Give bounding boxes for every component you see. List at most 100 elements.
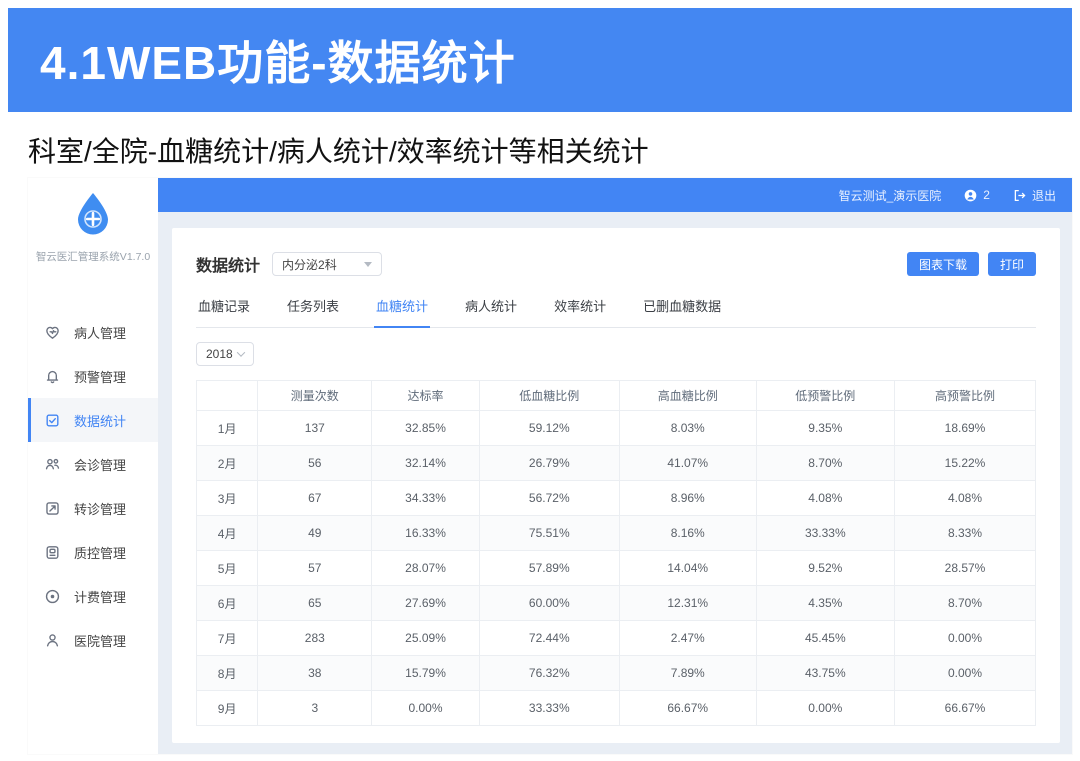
value-cell: 66.67%: [894, 690, 1036, 726]
value-cell: 8.96%: [618, 480, 757, 516]
table-row: 3月 67 34.33% 56.72% 8.96% 4.08% 4.08%: [195, 480, 1036, 516]
table-row: 8月 38 15.79% 76.32% 7.89% 43.75% 0.00%: [195, 655, 1036, 691]
value-cell: 3: [257, 690, 373, 726]
department-select-value: 内分泌2科: [282, 257, 337, 272]
table-row: 7月 283 25.09% 72.44% 2.47% 45.45% 0.00%: [195, 620, 1036, 656]
value-cell: 8.70%: [894, 585, 1036, 621]
table-header: 测量次数 达标率 低血糖比例 高血糖比例 低预警比例 高预警比例: [195, 380, 1036, 411]
value-cell: 32.85%: [371, 410, 480, 446]
user-count: 2: [983, 188, 990, 202]
value-cell: 137: [257, 410, 373, 446]
value-cell: 60.00%: [478, 585, 620, 621]
caret-down-icon: [364, 261, 373, 267]
value-cell: 4.35%: [755, 585, 896, 621]
sidebar-item-billing-management[interactable]: 计费管理: [28, 574, 158, 618]
tab-deleted-glucose-data[interactable]: 已删血糖数据: [641, 296, 723, 328]
qc-badge-icon: [44, 544, 61, 561]
sidebar-item-label: 预警管理: [74, 369, 127, 385]
column-header: 高血糖比例: [618, 380, 757, 411]
column-header: [195, 380, 259, 411]
value-cell: 65: [257, 585, 373, 621]
sidebar-item-alert-management[interactable]: 预警管理: [28, 354, 158, 398]
main-area: 智云测试_演示医院 2 退出 数据统计 内分泌2科 图表下载 打印 血糖记录 任…: [158, 178, 1072, 754]
sidebar-item-patient-management[interactable]: 病人管理: [28, 310, 158, 354]
tab-glucose-statistics[interactable]: 血糖统计: [374, 296, 431, 328]
value-cell: 34.33%: [371, 480, 480, 516]
value-cell: 7.89%: [618, 655, 757, 691]
tab-efficiency-statistics[interactable]: 效率统计: [552, 296, 608, 328]
sidebar-item-quality-management[interactable]: 质控管理: [28, 530, 158, 574]
clipboard-check-icon: [44, 412, 61, 429]
value-cell: 8.03%: [618, 410, 757, 446]
value-cell: 67: [257, 480, 373, 516]
value-cell: 56.72%: [478, 480, 620, 516]
month-cell: 9月: [195, 690, 259, 726]
sidebar-item-referral-management[interactable]: 转诊管理: [28, 486, 158, 530]
value-cell: 32.14%: [371, 445, 480, 481]
month-cell: 1月: [195, 410, 259, 446]
year-select[interactable]: 2018: [196, 342, 254, 366]
tab-task-list[interactable]: 任务列表: [285, 296, 341, 328]
target-icon: [44, 588, 61, 605]
column-header: 测量次数: [257, 380, 373, 411]
value-cell: 0.00%: [894, 620, 1036, 656]
month-cell: 5月: [195, 550, 259, 586]
sidebar-item-label: 病人管理: [74, 325, 127, 341]
value-cell: 33.33%: [755, 515, 896, 551]
topbar: 智云测试_演示医院 2 退出: [158, 178, 1072, 212]
table-row: 9月 3 0.00% 33.33% 66.67% 0.00% 66.67%: [195, 690, 1036, 726]
value-cell: 28.07%: [371, 550, 480, 586]
tab-glucose-records[interactable]: 血糖记录: [196, 296, 252, 328]
sidebar-item-consult-management[interactable]: 会诊管理: [28, 442, 158, 486]
table-row: 4月 49 16.33% 75.51% 8.16% 33.33% 8.33%: [195, 515, 1036, 551]
sidebar: 智云医汇管理系统V1.7.0 病人管理 预警管理 数据统计 会诊管理 转诊管理 质控管理计…: [28, 178, 158, 754]
table-row: 5月 57 28.07% 57.89% 14.04% 9.52% 28.57%: [195, 550, 1036, 586]
arrow-box-icon: [44, 500, 61, 517]
value-cell: 15.22%: [894, 445, 1036, 481]
column-header: 高预警比例: [894, 380, 1036, 411]
value-cell: 59.12%: [478, 410, 620, 446]
month-cell: 6月: [195, 585, 259, 621]
sidebar-item-label: 计费管理: [74, 589, 127, 605]
value-cell: 18.69%: [894, 410, 1036, 446]
month-cell: 3月: [195, 480, 259, 516]
value-cell: 16.33%: [371, 515, 480, 551]
sidebar-item-hospital-management[interactable]: 医院管理: [28, 618, 158, 662]
sidebar-item-label: 医院管理: [74, 633, 127, 649]
logout-button[interactable]: 退出: [1012, 187, 1056, 204]
department-select[interactable]: 内分泌2科: [272, 252, 383, 276]
tab-patient-statistics[interactable]: 病人统计: [463, 296, 519, 328]
chart-download-button[interactable]: 图表下载: [906, 252, 979, 276]
column-header: 低血糖比例: [478, 380, 620, 411]
value-cell: 0.00%: [755, 690, 896, 726]
sidebar-item-label: 会诊管理: [74, 457, 127, 473]
chevron-down-icon: [236, 348, 246, 357]
value-cell: 14.04%: [618, 550, 757, 586]
value-cell: 27.69%: [371, 585, 480, 621]
tab-bar: 血糖记录 任务列表 血糖统计 病人统计 效率统计 已删血糖数据: [196, 296, 1036, 328]
value-cell: 15.79%: [371, 655, 480, 691]
value-cell: 75.51%: [478, 515, 620, 551]
value-cell: 28.57%: [894, 550, 1036, 586]
value-cell: 2.47%: [618, 620, 757, 656]
statistics-table: 测量次数 达标率 低血糖比例 高血糖比例 低预警比例 高预警比例 1月 137 32.85% 5…: [195, 380, 1036, 726]
value-cell: 26.79%: [478, 445, 620, 481]
user-count-button[interactable]: 2: [963, 188, 990, 203]
print-button[interactable]: 打印: [987, 252, 1036, 276]
value-cell: 8.70%: [755, 445, 896, 481]
value-cell: 66.67%: [618, 690, 757, 726]
table-row: 1月 137 32.85% 59.12% 8.03% 9.35% 18.69%: [195, 410, 1036, 446]
table-row: 2月 56 32.14% 26.79% 41.07% 8.70% 15.22%: [195, 445, 1036, 481]
column-header: 低预警比例: [755, 380, 896, 411]
table-row: 6月 65 27.69% 60.00% 12.31% 4.35% 8.70%: [195, 585, 1036, 621]
value-cell: 9.52%: [755, 550, 896, 586]
sidebar-item-data-statistics[interactable]: 数据统计: [28, 398, 158, 442]
heart-pulse-icon: [44, 324, 61, 341]
value-cell: 0.00%: [894, 655, 1036, 691]
value-cell: 283: [257, 620, 373, 656]
person-icon: [44, 632, 61, 649]
sidebar-item-label: 质控管理: [74, 545, 127, 561]
water-drop-medical-cross-logo: [78, 193, 108, 235]
month-cell: 7月: [195, 620, 259, 656]
value-cell: 0.00%: [371, 690, 480, 726]
